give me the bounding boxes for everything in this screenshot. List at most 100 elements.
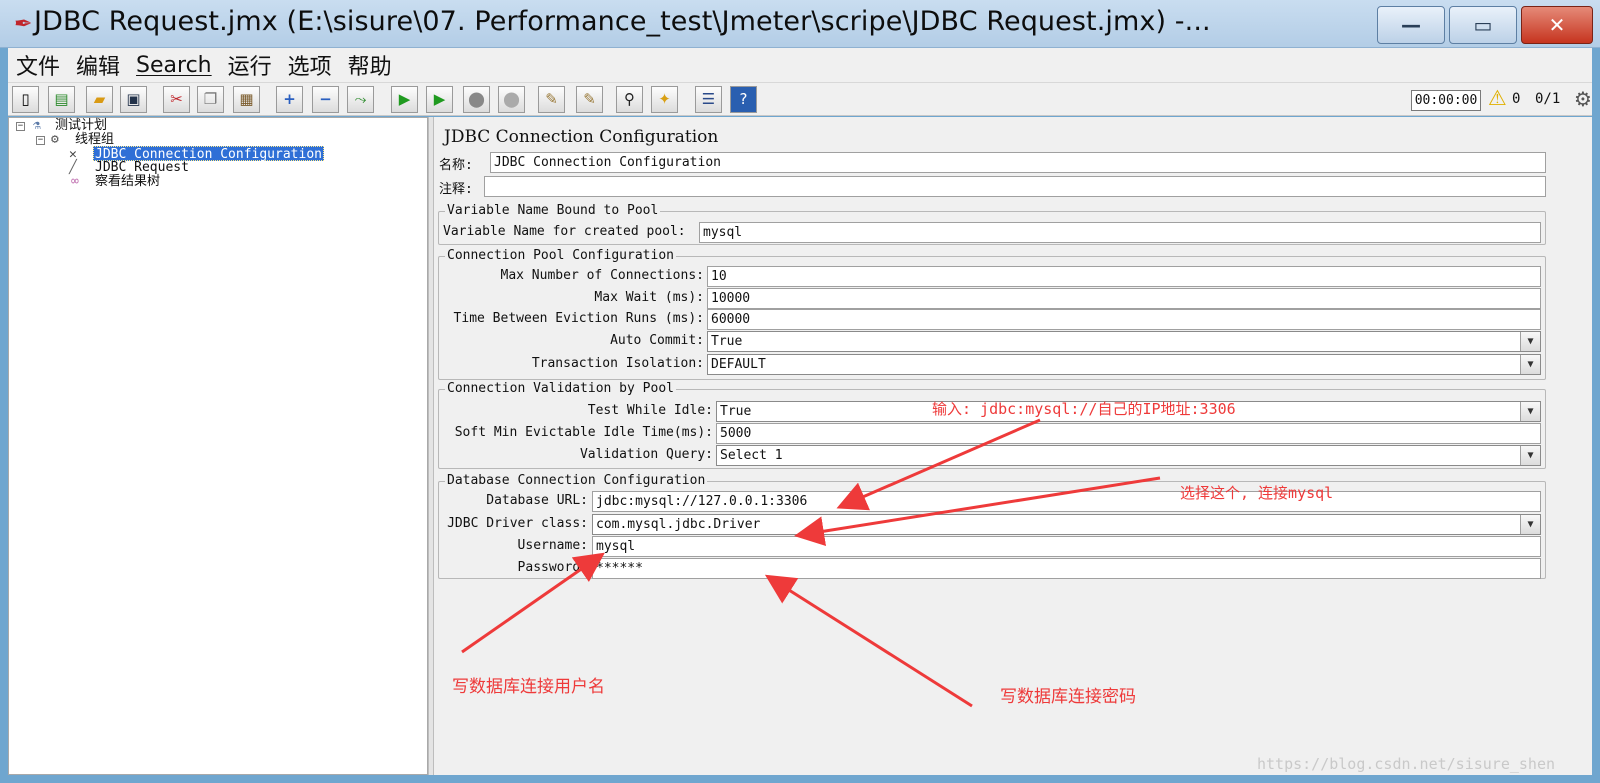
save-icon[interactable]: ▣	[120, 86, 147, 113]
transaction-isolation-label: Transaction Isolation:	[531, 356, 704, 371]
clear-icon[interactable]: ✎	[538, 86, 565, 113]
thread-group-icon: ⚙	[51, 132, 59, 147]
jdbc-driver-value: com.mysql.jdbc.Driver	[596, 517, 761, 532]
watermark: https://blog.csdn.net/sisure_shen	[1257, 755, 1556, 773]
auto-commit-label: Auto Commit:	[610, 333, 704, 348]
annotation-password-hint: 写数据库连接密码	[1000, 687, 1136, 707]
auto-commit-select[interactable]: True ▼	[707, 331, 1541, 352]
max-wait-label: Max Wait (ms):	[594, 290, 704, 305]
tree-item-view-results-tree[interactable]: 察看结果树	[95, 174, 160, 189]
annotation-url-hint: 输入: jdbc:mysql://自己的IP地址:3306	[932, 400, 1236, 418]
close-button[interactable]: ✕	[1521, 6, 1593, 44]
warning-icon[interactable]: ⚠	[1488, 86, 1507, 110]
chevron-down-icon[interactable]: ▼	[1520, 332, 1540, 351]
chevron-down-icon[interactable]: ▼	[1520, 515, 1540, 534]
soft-min-idle-label: Soft Min Evictable Idle Time(ms):	[454, 425, 713, 440]
chevron-down-icon[interactable]: ▼	[1520, 446, 1540, 465]
pool-variable-group-title: Variable Name Bound to Pool	[445, 203, 661, 218]
function-helper-icon[interactable]: ☰	[695, 86, 722, 113]
jdbc-driver-label: JDBC Driver class:	[447, 516, 588, 531]
eviction-runs-input[interactable]: 60000	[707, 309, 1541, 330]
menu-help[interactable]: 帮助	[348, 49, 392, 81]
test-while-idle-value: True	[720, 404, 752, 419]
max-connections-input[interactable]: 10	[707, 266, 1541, 287]
database-connection-group-title: Database Connection Configuration	[445, 473, 708, 488]
templates-icon[interactable]: ▤	[48, 86, 75, 113]
cut-icon[interactable]: ✂	[163, 86, 190, 113]
test-plan-tree: − ⚗ 测试计划 − ⚙ 线程组 ✕ JDBC Connection Confi…	[8, 117, 428, 775]
max-connections-label: Max Number of Connections:	[500, 268, 705, 283]
toggle-icon[interactable]: ⤳	[347, 86, 374, 113]
database-url-input[interactable]: jdbc:mysql://127.0.0.1:3306	[592, 491, 1541, 512]
validation-query-select[interactable]: Select 1 ▼	[716, 445, 1541, 466]
eviction-runs-label: Time Between Eviction Runs (ms):	[453, 311, 704, 326]
expand-icon[interactable]: +	[276, 86, 303, 113]
tree-item-thread-group[interactable]: 线程组	[75, 132, 114, 147]
password-label: Password:	[517, 560, 588, 575]
minimize-button[interactable]: —	[1377, 6, 1445, 44]
menu-search[interactable]: Search	[136, 53, 212, 78]
connection-pool-group-title: Connection Pool Configuration	[445, 248, 676, 263]
new-icon[interactable]: ▯	[12, 86, 39, 113]
validation-query-label: Validation Query:	[579, 447, 713, 462]
error-count: 0	[1512, 91, 1521, 107]
panel-title: JDBC Connection Configuration	[444, 127, 719, 147]
config-panel: JDBC Connection Configuration 名称: JDBC C…	[434, 117, 1592, 775]
chevron-down-icon[interactable]: ▼	[1520, 402, 1540, 421]
reset-search-icon[interactable]: ✦	[651, 86, 678, 113]
connection-validation-group-title: Connection Validation by Pool	[445, 381, 676, 396]
password-input[interactable]: ******	[592, 558, 1541, 579]
start-no-pause-icon[interactable]: ▶	[426, 86, 453, 113]
transaction-isolation-select[interactable]: DEFAULT ▼	[707, 354, 1541, 375]
menu-options[interactable]: 选项	[288, 49, 332, 81]
tree-item-test-plan[interactable]: 测试计划	[55, 118, 107, 133]
database-url-label: Database URL:	[486, 493, 588, 508]
status-indicator-icon: ⚙	[1574, 87, 1592, 111]
paste-icon[interactable]: ▦	[233, 86, 260, 113]
collapse-thread-group-icon[interactable]: −	[36, 136, 45, 145]
soft-min-idle-input[interactable]: 5000	[716, 423, 1541, 444]
chevron-down-icon[interactable]: ▼	[1520, 355, 1540, 374]
username-input[interactable]: mysql	[592, 536, 1541, 557]
validation-query-value: Select 1	[720, 448, 783, 463]
tree-item-jdbc-request[interactable]: JDBC Request	[95, 160, 189, 175]
maximize-button[interactable]: ▭	[1449, 6, 1517, 44]
shutdown-icon[interactable]: ⬤	[498, 86, 525, 113]
listener-icon: ∞	[71, 174, 79, 189]
annotation-username-hint: 写数据库连接用户名	[452, 677, 605, 697]
test-while-idle-label: Test While Idle:	[587, 403, 713, 418]
test-plan-icon: ⚗	[33, 118, 41, 133]
collapse-root-icon[interactable]: −	[16, 122, 25, 131]
name-label: 名称:	[439, 158, 473, 173]
menu-run[interactable]: 运行	[228, 49, 272, 81]
title-bar: ✒ JDBC Request.jmx (E:\sisure\07. Perfor…	[0, 0, 1600, 48]
search-icon[interactable]: ⚲	[616, 86, 643, 113]
max-wait-input[interactable]: 10000	[707, 288, 1541, 309]
menu-edit[interactable]: 编辑	[76, 49, 120, 81]
jdbc-driver-select[interactable]: com.mysql.jdbc.Driver ▼	[592, 514, 1541, 535]
sampler-icon: ╱	[69, 160, 77, 175]
username-label: Username:	[517, 538, 588, 553]
window-title: JDBC Request.jmx (E:\sisure\07. Performa…	[34, 6, 1211, 37]
elapsed-timer: 00:00:00	[1411, 90, 1481, 111]
tree-item-jdbc-connection-configuration[interactable]: JDBC Connection Configuration	[93, 146, 324, 162]
active-threads: 0/1	[1535, 91, 1561, 107]
transaction-isolation-value: DEFAULT	[711, 357, 766, 372]
comment-label: 注释:	[439, 182, 473, 197]
clear-all-icon[interactable]: ✎	[576, 86, 603, 113]
menu-file[interactable]: 文件	[16, 49, 60, 81]
toolbar: ▯ ▤ ▰ ▣ ✂ ❐ ▦ + − ⤳ ▶ ▶ ⬤ ⬤ ✎ ✎ ⚲ ✦ ☰ ? …	[8, 82, 1592, 116]
open-icon[interactable]: ▰	[86, 86, 113, 113]
auto-commit-value: True	[711, 334, 743, 349]
name-input[interactable]: JDBC Connection Configuration	[490, 152, 1546, 173]
pool-variable-input[interactable]: mysql	[699, 222, 1541, 243]
collapse-icon[interactable]: −	[312, 86, 339, 113]
jmeter-feather-icon: ✒	[14, 12, 33, 37]
stop-icon[interactable]: ⬤	[463, 86, 490, 113]
comment-input[interactable]	[484, 176, 1546, 197]
help-icon[interactable]: ?	[730, 86, 757, 113]
pool-variable-label: Variable Name for created pool:	[443, 224, 686, 239]
copy-icon[interactable]: ❐	[197, 86, 224, 113]
start-icon[interactable]: ▶	[391, 86, 418, 113]
window-bottom-border	[0, 775, 1600, 783]
